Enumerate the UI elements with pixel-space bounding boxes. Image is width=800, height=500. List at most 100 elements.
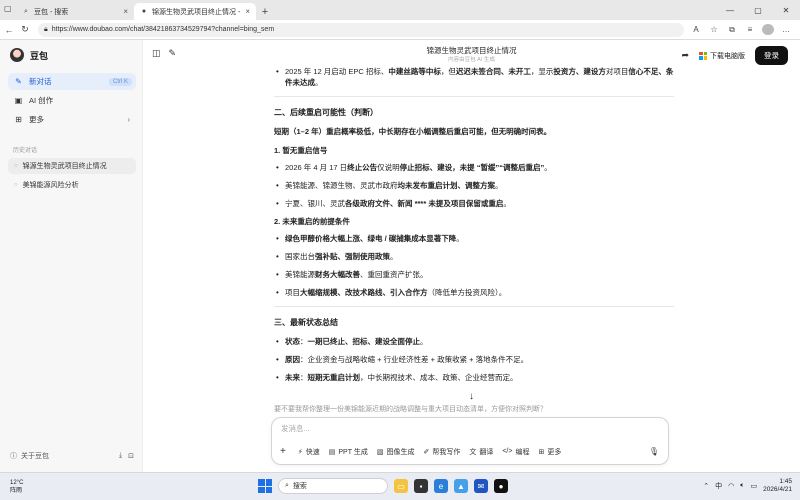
windows-icon — [699, 51, 707, 60]
doubao-icon: ● — [141, 8, 147, 15]
divider — [274, 306, 674, 307]
browser-tab-doubao[interactable]: ● 锦源生物灵武项目终止情况 - 豆包 × — [134, 3, 256, 20]
chat-bubble-icon: ○ — [14, 163, 18, 169]
main-panel: ◫ ✎ 锦源生物灵武项目终止情况 内容由豆包 AI 生成 ➦ 下载电脑版 登录 … — [143, 40, 800, 472]
close-window-icon[interactable]: ✕ — [772, 0, 800, 20]
history-item[interactable]: ○ 美锦能源风险分析 — [8, 177, 136, 193]
list-item: 美锦能源财务大幅改善、重回重资产扩张。 — [274, 269, 674, 280]
mail-icon[interactable]: ✉ — [474, 479, 488, 493]
list-item: 宁夏、银川、灵武各级政府文件、新闻 **** 未提及项目保留或重启。 — [274, 198, 674, 209]
refresh-icon[interactable]: ↻ — [18, 23, 32, 37]
sidebar-item-new-chat[interactable]: ✎ 新对话 Ctrl K — [8, 73, 136, 90]
edit-icon: ✎ — [15, 77, 22, 86]
battery-icon[interactable]: ▭ — [750, 482, 757, 490]
list-item: 绿色甲醇价格大幅上涨、绿电 / 碳捕集成本显著下降。 — [274, 233, 674, 244]
tool-ppt[interactable]: ▤ PPT 生成 — [329, 447, 368, 457]
taskbar: 12°C 阵雨 ⌕ 搜索 ▭ ▪ e ▲ ✉ ● ⌃ 中 ◠ 🔈︎ ▭ 1:45… — [0, 472, 800, 500]
url-field[interactable]: 🔒︎ https://www.doubao.com/chat/384218637… — [38, 22, 684, 37]
close-icon[interactable]: × — [123, 7, 128, 16]
tool-code[interactable]: </> 编程 — [502, 447, 529, 457]
search-icon: ⌕ — [285, 482, 289, 489]
code-icon: </> — [502, 448, 513, 455]
download-icon[interactable]: ⤓ — [119, 452, 122, 460]
translate-icon: 文 — [469, 448, 477, 456]
microphone-icon[interactable]: 🎙︎ — [649, 447, 659, 456]
list-item: 未来：短期无重启计划，中长期视技术、成本、政策、企业经营而定。 — [274, 372, 674, 383]
list-item: 项目大幅缩规模、改技术路线、引入合作方（降低单方投资风险）。 — [274, 287, 674, 298]
window-menu-icon[interactable]: ▢ — [4, 4, 12, 13]
add-attachment-icon[interactable]: + — [280, 446, 286, 457]
list-item: 2025 年 12 月启动 EPC 招标、中建丝路等中标，但迟迟未签合同、未开工… — [274, 66, 674, 88]
list-item: 国家出台强补贴、强制使用政策。 — [274, 251, 674, 262]
tool-quick[interactable]: ⚡︎ 快速 — [298, 447, 320, 457]
close-icon[interactable]: × — [245, 7, 250, 16]
tool-write[interactable]: ✐ 帮我写作 — [423, 447, 460, 457]
clock[interactable]: 1:45 2026/4/21 — [763, 478, 792, 494]
tool-image-gen[interactable]: ▧ 图像生成 — [377, 447, 415, 457]
info-icon: ⓘ — [10, 453, 17, 460]
subsection-heading: 1. 暂无重启信号 — [274, 146, 328, 155]
app-icon[interactable]: ● — [494, 479, 508, 493]
message-composer: + ⚡︎快速 ▤PPT 生成 ▧图像生成 ✐帮我写作 文翻译 </>编程 ⊞更多… — [271, 417, 669, 465]
back-icon[interactable]: ← — [2, 23, 16, 37]
volume-icon[interactable]: 🔈︎ — [740, 482, 744, 490]
section-heading: 三、最新状态总结 — [274, 318, 338, 327]
doubao-avatar — [10, 48, 24, 62]
message-input[interactable] — [281, 424, 581, 433]
download-desktop-button[interactable]: 下载电脑版 — [699, 51, 745, 61]
maximize-icon[interactable]: ▢ — [744, 0, 772, 20]
app-logo[interactable]: 豆包 — [10, 48, 48, 62]
sidebar-footer: ⓘ 关于豆包 ⤓ ⊡ — [10, 451, 134, 461]
file-explorer-icon[interactable]: ▭ — [394, 479, 408, 493]
edge-icon[interactable]: e — [434, 479, 448, 493]
subsection-heading: 2. 未来重启的前提条件 — [274, 217, 350, 226]
divider — [274, 96, 674, 97]
share-icon[interactable]: ➦ — [681, 50, 689, 61]
more-icon[interactable]: … — [780, 25, 792, 34]
history-label: 历史对话 — [13, 148, 38, 154]
profile-avatar[interactable] — [762, 24, 774, 35]
address-bar: ← ↻ 🔒︎ https://www.doubao.com/chat/38421… — [0, 20, 800, 40]
terminal-icon[interactable]: ▪ — [414, 479, 428, 493]
favorite-icon[interactable]: ☆ — [708, 25, 720, 34]
favorites-list-icon[interactable]: ≡ — [744, 25, 756, 34]
write-icon: ✐ — [423, 448, 430, 456]
window-controls: — ▢ ✕ — [716, 0, 800, 20]
chat-content: 2025 年 12 月启动 EPC 招标、中建丝路等中标，但迟迟未签合同、未开工… — [274, 66, 674, 426]
chevron-up-icon[interactable]: ⌃ — [703, 482, 709, 490]
taskbar-search[interactable]: ⌕ 搜索 — [278, 478, 388, 494]
new-tab-button[interactable]: + — [256, 3, 274, 20]
sidebar-item-more[interactable]: ⊞ 更多 › — [8, 111, 136, 128]
list-item: 原因：企业资金与战略收缩 + 行业经济性差 + 政策收紧 + 落地条件不足。 — [274, 354, 674, 365]
about-link[interactable]: 关于豆包 — [21, 451, 49, 461]
start-button[interactable] — [258, 479, 272, 493]
lock-icon: 🔒︎ — [44, 25, 48, 33]
section-heading: 二、后续重启可能性（判断） — [274, 108, 378, 117]
grid-icon: ⊞ — [538, 448, 545, 456]
browser-tab-search[interactable]: ⌕ 豆包 - 搜索 × — [16, 3, 134, 20]
weather-widget[interactable]: 12°C 阵雨 — [10, 479, 23, 495]
gift-icon[interactable]: ⊡ — [128, 452, 134, 460]
read-aloud-icon[interactable]: A — [690, 25, 702, 34]
wifi-icon[interactable]: ◠ — [728, 482, 734, 490]
tool-translate[interactable]: 文翻译 — [469, 447, 493, 457]
history-item[interactable]: ○ 锦源生物灵武项目终止情况 — [8, 158, 136, 174]
sidebar-item-ai-create[interactable]: ▣ AI 创作 — [8, 92, 136, 109]
list-item: 2026 年 4 月 17 日终止公告仅说明停止招标、建设，未提 “暂缓”“调整… — [274, 162, 674, 173]
shortcut-badge: Ctrl K — [109, 77, 132, 86]
tool-more[interactable]: ⊞ 更多 — [538, 447, 561, 457]
browser-tab-bar: ▢ ⌕ 豆包 - 搜索 × ● 锦源生物灵武项目终止情况 - 豆包 × + — … — [0, 0, 800, 20]
suggestion-text: 要不要我帮你整理一份美锦能源近期的战略调整与重大项目动态清单，方便你对照判断？ — [274, 406, 547, 413]
store-icon[interactable]: ▲ — [454, 479, 468, 493]
grid-icon: ⊞ — [15, 115, 22, 124]
lightning-icon: ⚡︎ — [297, 448, 303, 456]
collections-icon[interactable]: ⧉ — [726, 25, 738, 35]
chevron-right-icon: › — [127, 115, 130, 124]
minimize-icon[interactable]: — — [716, 0, 744, 20]
chat-bubble-icon: ○ — [14, 182, 18, 188]
login-button[interactable]: 登录 — [755, 46, 788, 65]
scroll-down-icon[interactable]: ↓ — [469, 391, 474, 402]
image-icon: ▣ — [14, 96, 23, 105]
search-icon: ⌕ — [24, 7, 28, 15]
language-indicator[interactable]: 中 — [715, 481, 722, 491]
